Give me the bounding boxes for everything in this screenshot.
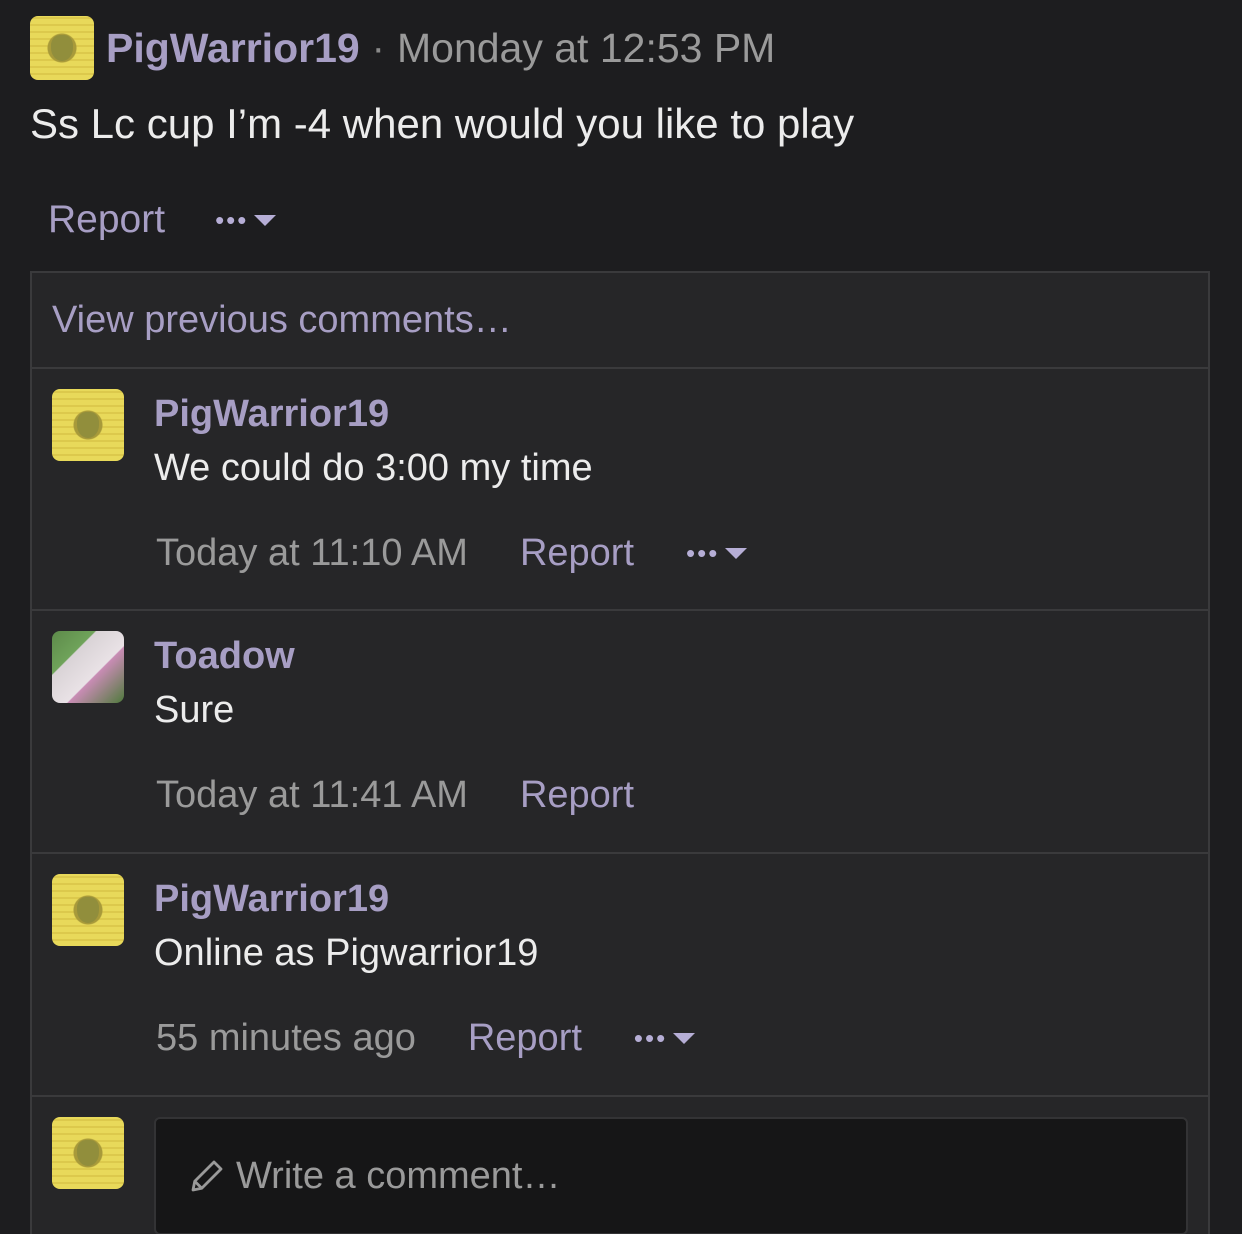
comment-time[interactable]: Today at 11:41 AM: [156, 774, 468, 817]
post-actions: Report •••: [48, 192, 277, 248]
comment-item: PigWarrior19 Online as Pigwarrior19 55 m…: [32, 854, 1208, 1097]
post: PigWarrior19 · Monday at 12:53 PM Ss Lc …: [0, 0, 1242, 1234]
report-link[interactable]: Report: [48, 198, 165, 242]
more-options-button[interactable]: •••: [686, 538, 748, 568]
more-options-button[interactable]: •••: [215, 205, 277, 235]
comment-text: We could do 3:00 my time: [154, 447, 593, 489]
ellipsis-icon: •••: [686, 538, 720, 568]
post-author[interactable]: PigWarrior19: [106, 25, 360, 72]
comment-author[interactable]: PigWarrior19: [154, 393, 389, 436]
comment-text: Sure: [154, 689, 235, 731]
comment-avatar[interactable]: [52, 874, 124, 946]
post-header: PigWarrior19 · Monday at 12:53 PM: [30, 16, 775, 80]
more-options-button[interactable]: •••: [633, 1023, 696, 1053]
header-separator: ·: [371, 25, 385, 70]
post-time[interactable]: Monday at 12:53 PM: [397, 25, 775, 72]
comment-item: PigWarrior19 We could do 3:00 my time To…: [32, 369, 1208, 611]
pencil-icon: [191, 1160, 223, 1192]
avatar[interactable]: [52, 631, 124, 703]
comment-time[interactable]: Today at 11:10 AM: [156, 532, 468, 575]
report-link[interactable]: Report: [520, 774, 634, 817]
comment-avatar[interactable]: [52, 389, 124, 461]
post-body: Ss Lc cup I’m -4 when would you like to …: [30, 100, 855, 147]
comment-meta: Today at 11:10 AM Report •••: [156, 527, 748, 579]
current-user-avatar: [52, 1117, 124, 1189]
comment-meta: 55 minutes ago Report •••: [156, 1012, 696, 1064]
comment-item: Toadow Sure Today at 11:41 AM Report: [32, 611, 1208, 854]
view-previous-label[interactable]: View previous comments…: [52, 299, 512, 342]
view-previous-comments[interactable]: View previous comments…: [32, 273, 1208, 369]
report-link[interactable]: Report: [520, 532, 634, 575]
comment-text: Online as Pigwarrior19: [154, 932, 539, 974]
chevron-down-icon: [725, 547, 748, 559]
comments-section: View previous comments… PigWarrior19 We …: [30, 271, 1210, 1234]
ellipsis-icon: •••: [215, 205, 249, 235]
comment-meta: Today at 11:41 AM Report: [156, 769, 634, 821]
avatar[interactable]: [52, 874, 124, 946]
author-avatar[interactable]: [30, 16, 94, 80]
ellipsis-icon: •••: [633, 1023, 668, 1053]
comment-author[interactable]: PigWarrior19: [154, 878, 389, 921]
comment-avatar[interactable]: [52, 631, 124, 703]
report-link[interactable]: Report: [468, 1017, 582, 1060]
comment-author[interactable]: Toadow: [154, 635, 295, 678]
comment-time[interactable]: 55 minutes ago: [156, 1017, 416, 1060]
avatar[interactable]: [52, 389, 124, 461]
write-comment-placeholder[interactable]: Write a comment…: [236, 1155, 560, 1198]
chevron-down-icon: [673, 1032, 696, 1044]
write-comment-input[interactable]: Write a comment…: [154, 1117, 1188, 1234]
chevron-down-icon: [254, 214, 277, 226]
write-comment-row: Write a comment…: [32, 1097, 1208, 1234]
avatar: [52, 1117, 124, 1189]
